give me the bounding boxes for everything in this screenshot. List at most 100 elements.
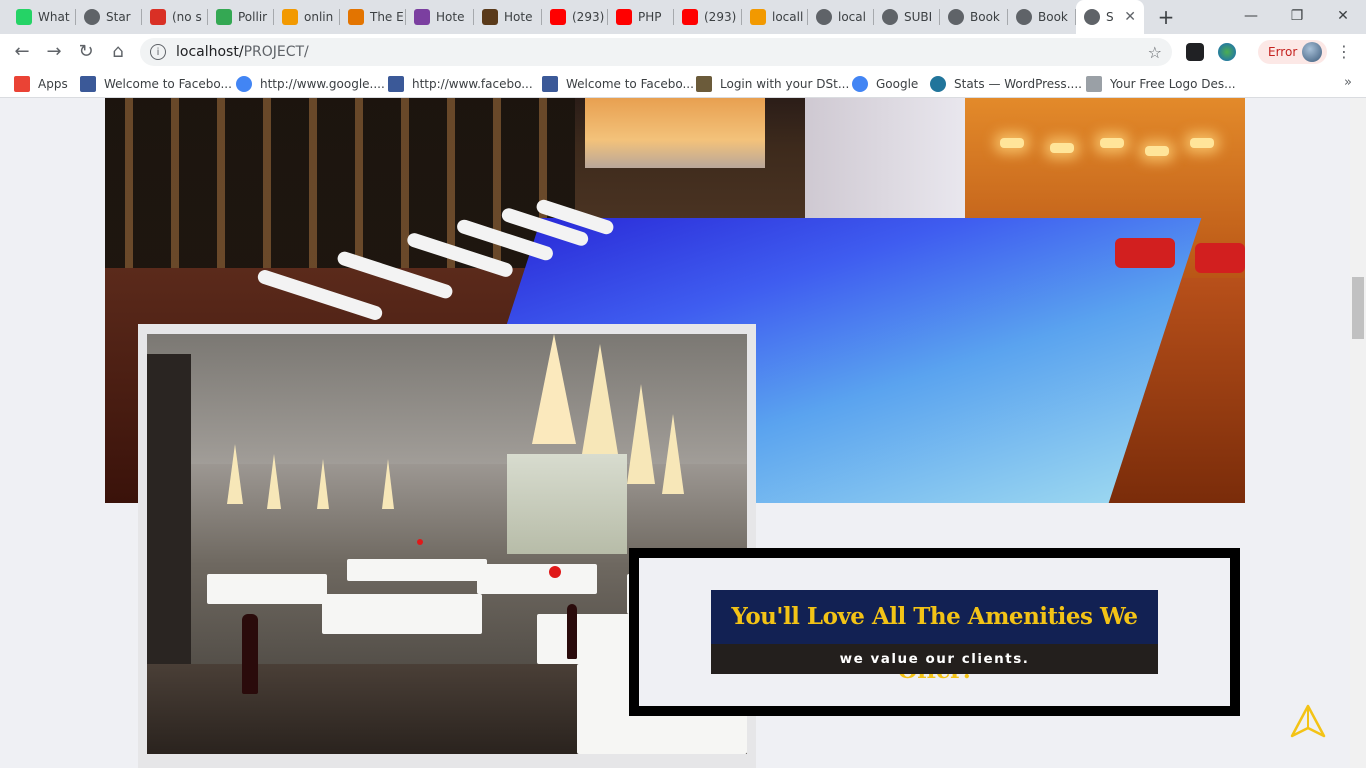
globe-icon [882, 9, 898, 25]
bookmark-item[interactable]: Stats — WordPress.... [930, 75, 1082, 93]
globe-icon [84, 9, 100, 25]
scrollbar-thumb[interactable] [1352, 277, 1364, 339]
bookmark-label: http://www.facebo... [412, 77, 533, 91]
globe-icon [1016, 9, 1032, 25]
tab-4[interactable]: Pollir [208, 0, 274, 34]
diamond-icon [282, 9, 298, 25]
tab-label: Hote [436, 10, 465, 24]
close-tab-icon[interactable]: ✕ [1124, 9, 1136, 25]
bookmark-item[interactable]: Welcome to Facebo... [542, 75, 694, 93]
scroll-to-top-icon[interactable] [1290, 704, 1326, 738]
bookmark-label: Welcome to Facebo... [566, 77, 694, 91]
avatar[interactable] [1302, 42, 1322, 62]
hotel-logo-icon [482, 9, 498, 25]
page-scrollbar[interactable] [1350, 98, 1366, 768]
tab-label: The E [370, 10, 404, 24]
tab-13[interactable]: local [808, 0, 874, 34]
error-label: Error [1268, 45, 1298, 59]
new-tab-button[interactable]: + [1154, 5, 1178, 29]
tab-label: (no s [172, 10, 202, 24]
tab-label: Book [1038, 10, 1068, 24]
download-arrow-icon [216, 9, 232, 25]
tab-7[interactable]: Hote [406, 0, 474, 34]
extension-globe-icon[interactable] [1218, 43, 1236, 61]
tab-label: (293) [572, 10, 605, 24]
google-icon [236, 76, 252, 92]
bookmarks-bar: Apps Welcome to Facebo... http://www.googl… [0, 70, 1366, 98]
browser-toolbar: ← → ↻ ⌂ i localhost/PROJECT/ ☆ Error ⋮ [0, 34, 1366, 70]
extension-incognito-icon[interactable] [1186, 43, 1204, 61]
youtube-icon [550, 9, 566, 25]
close-window-button[interactable]: ✕ [1320, 0, 1366, 32]
youtube-icon [682, 9, 698, 25]
tab-1[interactable]: What [8, 0, 76, 34]
tab-label: What [38, 10, 70, 24]
apps-grid-icon [14, 76, 30, 92]
amenities-subline: we value our clients. [711, 644, 1158, 674]
grid-logo-icon [414, 9, 430, 25]
tab-10[interactable]: PHP [608, 0, 674, 34]
bookmark-label: Welcome to Facebo... [104, 77, 232, 91]
bookmarks-overflow-icon[interactable]: » [1344, 75, 1352, 90]
tab-9[interactable]: (293) [542, 0, 608, 34]
tab-label: local [838, 10, 866, 24]
tab-label: onlin [304, 10, 334, 24]
address-bar[interactable]: i localhost/PROJECT/ ☆ [140, 38, 1172, 66]
tab-label: (293) [704, 10, 737, 24]
bookmark-item[interactable]: Login with your DSt... [696, 75, 849, 93]
facebook-icon [80, 76, 96, 92]
bookmark-label: Your Free Logo Des... [1110, 77, 1236, 91]
site-info-icon[interactable]: i [150, 44, 166, 60]
amenities-headline: You'll Love All The Amenities We Offer! [711, 590, 1158, 684]
url-path: PROJECT/ [243, 44, 309, 60]
restore-button[interactable]: ❐ [1274, 0, 1320, 32]
bookmark-label: Google [876, 77, 919, 91]
bookmark-item[interactable]: Your Free Logo Des... [1086, 75, 1236, 93]
bookmark-label: http://www.google.... [260, 77, 385, 91]
minimize-button[interactable]: — [1228, 0, 1274, 32]
tab-15[interactable]: Book [940, 0, 1008, 34]
bookmark-item[interactable]: Apps [14, 75, 68, 93]
reload-icon[interactable]: ↻ [72, 38, 100, 66]
tab-12[interactable]: locall [742, 0, 808, 34]
gmail-icon [150, 9, 166, 25]
tab-label: PHP [638, 10, 662, 24]
youtube-icon [616, 9, 632, 25]
tab-16[interactable]: Book [1008, 0, 1076, 34]
pen-icon [348, 9, 364, 25]
tab-3[interactable]: (no s [142, 0, 208, 34]
back-icon[interactable]: ← [8, 38, 36, 66]
dots-grid-icon [1086, 76, 1102, 92]
facebook-icon [542, 76, 558, 92]
menu-kebab-icon[interactable]: ⋮ [1336, 42, 1352, 61]
eye-icon [696, 76, 712, 92]
bookmark-item[interactable]: Welcome to Facebo... [80, 75, 232, 93]
tab-2[interactable]: Star [76, 0, 142, 34]
forward-icon[interactable]: → [40, 38, 68, 66]
tab-14[interactable]: SUBI [874, 0, 940, 34]
google-icon [852, 76, 868, 92]
bookmark-item[interactable]: http://www.google.... [236, 75, 385, 93]
tab-label: locall [772, 10, 804, 24]
bookmark-item[interactable]: Google [852, 75, 918, 93]
tab-17[interactable]: S ✕ [1076, 0, 1144, 34]
tab-label: S [1106, 10, 1114, 24]
bookmark-star-icon[interactable]: ☆ [1148, 43, 1162, 62]
bookmark-item[interactable]: http://www.facebo... [388, 75, 533, 93]
tab-strip: What Star (no s Pollir onlin The E Hote Hote (29… [0, 0, 1366, 34]
tab-6[interactable]: The E [340, 0, 406, 34]
facebook-icon [388, 76, 404, 92]
url-text[interactable]: localhost/PROJECT/ [176, 44, 309, 60]
home-icon[interactable]: ⌂ [104, 38, 132, 66]
bookmark-label: Apps [38, 77, 68, 91]
tab-8[interactable]: Hote [474, 0, 542, 34]
tab-label: Hote [504, 10, 533, 24]
tab-label: Pollir [238, 10, 268, 24]
page-viewport: You'll Love All The Amenities We Offer! … [0, 98, 1350, 768]
globe-icon [948, 9, 964, 25]
tab-label: SUBI [904, 10, 933, 24]
tab-11[interactable]: (293) [674, 0, 742, 34]
whatsapp-icon [16, 9, 32, 25]
tab-5[interactable]: onlin [274, 0, 340, 34]
tab-label: Star [106, 10, 131, 24]
